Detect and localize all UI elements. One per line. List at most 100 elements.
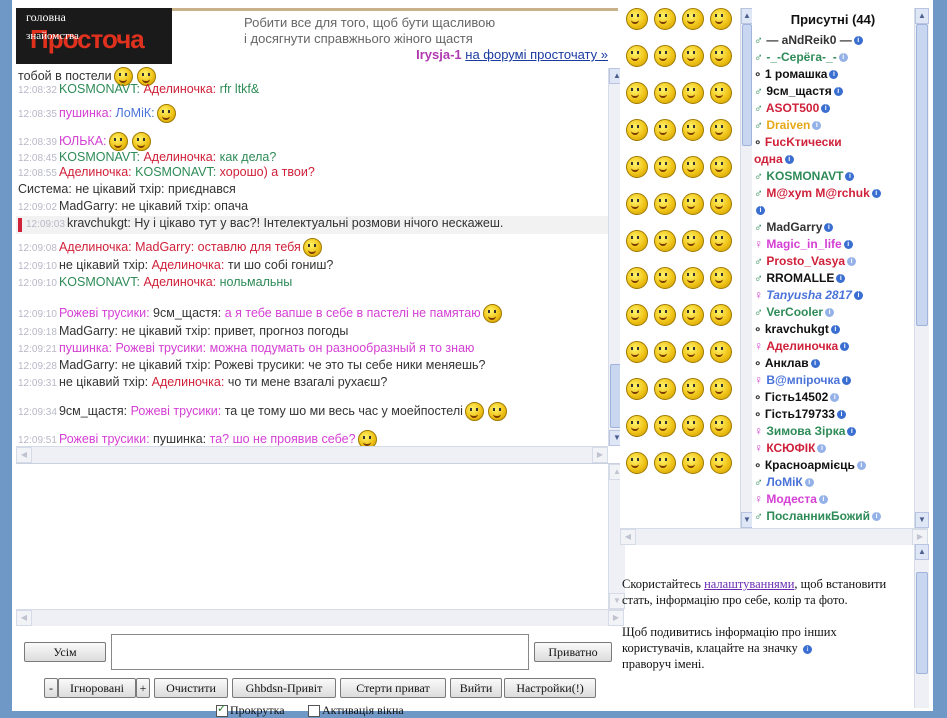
- chat-nick[interactable]: пушинка:: [59, 341, 112, 355]
- info-icon[interactable]: i: [872, 512, 882, 522]
- user-item[interactable]: ♀ Аделиночка i: [752, 338, 912, 355]
- logo-home-link[interactable]: головна: [26, 10, 66, 25]
- exit-button[interactable]: Вийти: [450, 678, 502, 698]
- smiley-icon[interactable]: [626, 193, 648, 215]
- smile-cell[interactable]: [708, 156, 736, 193]
- smiley-icon[interactable]: [682, 341, 704, 363]
- smile-cell[interactable]: [708, 452, 736, 489]
- smile-cell[interactable]: [624, 119, 652, 156]
- scroll-left-arrow[interactable]: ◀: [16, 447, 32, 463]
- smile-cell[interactable]: [708, 267, 736, 304]
- smiley-icon[interactable]: [710, 304, 732, 326]
- info-icon[interactable]: i: [836, 274, 846, 284]
- chat-hscrollbar[interactable]: ◀ ▶: [16, 446, 608, 463]
- smile-cell[interactable]: [680, 82, 708, 119]
- user-name[interactable]: Анклав: [765, 356, 809, 370]
- smiley-icon[interactable]: [654, 82, 676, 104]
- chat-nick[interactable]: пушинка:: [59, 106, 112, 120]
- smile-cell[interactable]: [680, 452, 708, 489]
- user-name[interactable]: Magic_in_life: [766, 237, 841, 251]
- erase-private-button[interactable]: Стерти приват: [340, 678, 446, 698]
- users-hscrollbar[interactable]: ◀ ▶: [620, 528, 928, 545]
- smiley-icon[interactable]: [710, 452, 732, 474]
- smiley-icon[interactable]: [682, 193, 704, 215]
- smiley-icon[interactable]: [710, 341, 732, 363]
- user-name[interactable]: Гість14502: [765, 390, 828, 404]
- smiley-icon[interactable]: [626, 156, 648, 178]
- user-item[interactable]: ♂ RROMALLE i: [752, 270, 912, 287]
- info-icon[interactable]: i: [830, 325, 840, 335]
- info-icon[interactable]: i: [845, 172, 855, 182]
- chat-nick[interactable]: не цікавий тхір:: [59, 258, 148, 272]
- scroll-left-arrow[interactable]: ◀: [16, 610, 32, 626]
- info-icon[interactable]: i: [840, 342, 850, 352]
- smiley-icon[interactable]: [682, 45, 704, 67]
- smile-cell[interactable]: [652, 82, 680, 119]
- chat-recipient[interactable]: 9см_щастя:: [153, 306, 221, 320]
- info-icon[interactable]: i: [829, 70, 839, 80]
- smile-cell[interactable]: [652, 230, 680, 267]
- chat-recipient[interactable]: Рожеві трусики:: [131, 404, 222, 418]
- logo-dating-link[interactable]: знайомства: [26, 30, 79, 42]
- user-name[interactable]: VerCooler: [766, 305, 823, 319]
- smiley-icon[interactable]: [710, 378, 732, 400]
- smiley-icon[interactable]: [682, 378, 704, 400]
- smiley-icon[interactable]: [710, 230, 732, 252]
- smiley-icon[interactable]: [710, 267, 732, 289]
- smile-cell[interactable]: [624, 45, 652, 82]
- info-icon[interactable]: i: [784, 155, 794, 165]
- smiley-icon[interactable]: [710, 45, 732, 67]
- user-name[interactable]: ASOT500: [766, 101, 819, 115]
- smile-cell[interactable]: [708, 378, 736, 415]
- info-icon[interactable]: i: [817, 444, 827, 454]
- smile-cell[interactable]: [708, 341, 736, 378]
- user-item[interactable]: ∘ Анклав i: [752, 355, 912, 372]
- smiley-icon[interactable]: [626, 415, 648, 437]
- chat-nick[interactable]: не цікавий тхір:: [59, 375, 148, 389]
- user-name[interactable]: одна: [754, 152, 783, 166]
- user-item[interactable]: ♂ MadGarry i: [752, 219, 912, 236]
- user-name[interactable]: ПосланникБожий: [766, 509, 870, 523]
- smiley-icon[interactable]: [626, 341, 648, 363]
- smile-cell[interactable]: [624, 8, 652, 45]
- user-item[interactable]: ∘ FucKтически: [752, 134, 912, 151]
- user-item[interactable]: ∘ Красноармієць i: [752, 457, 912, 474]
- smiley-icon[interactable]: [654, 156, 676, 178]
- user-item[interactable]: ♂ M@xym M@rchuk i: [752, 185, 912, 202]
- smile-cell[interactable]: [624, 452, 652, 489]
- user-item[interactable]: ♀ Magic_in_life i: [752, 236, 912, 253]
- forum-link[interactable]: на форумі просточату »: [465, 47, 608, 62]
- user-name[interactable]: — aNdReik0 —: [766, 33, 851, 47]
- user-name[interactable]: kravchukgt: [765, 322, 829, 336]
- info-icon[interactable]: i: [853, 36, 863, 46]
- user-name[interactable]: Модеста: [766, 492, 817, 506]
- smiley-icon[interactable]: [682, 156, 704, 178]
- smiley-icon[interactable]: [654, 267, 676, 289]
- smiley-icon[interactable]: [682, 119, 704, 141]
- smile-cell[interactable]: [680, 304, 708, 341]
- user-name[interactable]: Красноармієць: [765, 458, 855, 472]
- user-item[interactable]: ♂ Draiven i: [752, 117, 912, 134]
- smiley-icon[interactable]: [710, 193, 732, 215]
- smiley-icon[interactable]: [626, 267, 648, 289]
- settings-link[interactable]: налаштуваннями: [704, 577, 794, 591]
- scroll-left-arrow[interactable]: ◀: [620, 529, 636, 545]
- info-icon[interactable]: i: [871, 189, 881, 199]
- user-item[interactable]: ∘ Гість179733 i: [752, 406, 912, 423]
- user-name[interactable]: Аделиночка: [766, 339, 838, 353]
- chat-nick[interactable]: kravchukgt:: [67, 216, 131, 230]
- chat-nick[interactable]: тобой в постели: [18, 69, 112, 83]
- smiley-icon[interactable]: [654, 45, 676, 67]
- smiley-icon[interactable]: [626, 452, 648, 474]
- chat-recipient[interactable]: пушинка:: [153, 432, 206, 446]
- chat-nick[interactable]: Рожеві трусики:: [59, 432, 150, 446]
- users-scroll-thumb[interactable]: [916, 24, 928, 326]
- smile-cell[interactable]: [708, 45, 736, 82]
- site-logo[interactable]: головна Просточа знайомства: [16, 8, 172, 64]
- smiley-icon[interactable]: [682, 8, 704, 30]
- user-item[interactable]: ♀ Tanyusha 2817 i: [752, 287, 912, 304]
- chat-nick[interactable]: MadGarry:: [59, 358, 118, 372]
- smile-cell[interactable]: [708, 82, 736, 119]
- smile-cell[interactable]: [624, 415, 652, 452]
- smiley-icon[interactable]: [710, 156, 732, 178]
